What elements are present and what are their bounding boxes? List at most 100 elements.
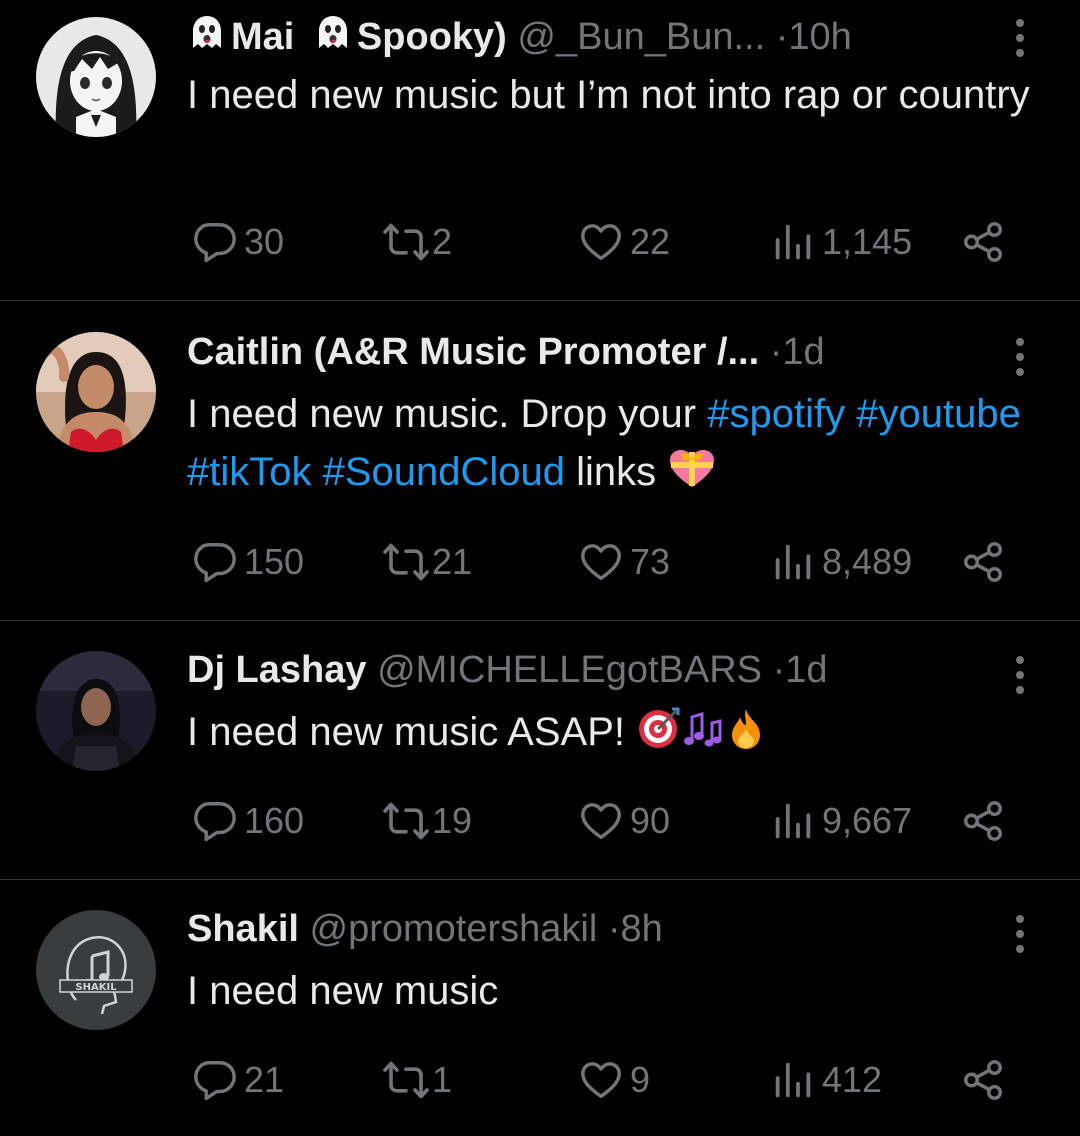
avatar[interactable] — [36, 17, 156, 137]
tweet-2[interactable]: Caitlin (A&R Music Promoter /... ·1d I n… — [0, 301, 1080, 620]
retweet-count: 2 — [432, 221, 453, 262]
retweet-icon — [382, 1056, 430, 1104]
display-name[interactable]: Mai — [231, 16, 294, 58]
retweet-count: 21 — [432, 541, 473, 582]
tweet-actions: 150 21 73 8,489 — [0, 537, 1080, 587]
tweet-text-part: I need new music. Drop your — [187, 392, 708, 436]
reply-icon — [192, 219, 238, 265]
display-name[interactable]: Dj Lashay — [187, 649, 367, 691]
tweet-text: I need new music. Drop your #spotify #yo… — [187, 385, 1047, 501]
avatar[interactable] — [36, 332, 156, 452]
photo-avatar-image — [36, 651, 156, 771]
heart-icon — [578, 1057, 624, 1103]
tweet-header: Shakil @promotershakil ·8h — [187, 904, 980, 954]
tweet-text: I need new music but I’m not into rap or… — [187, 73, 1030, 117]
user-handle[interactable]: @_Bun_Bun... — [517, 16, 765, 58]
heart-icon — [578, 539, 624, 585]
retweet-button[interactable]: 2 — [382, 217, 452, 267]
tweet-header: Caitlin (A&R Music Promoter /... ·1d — [187, 327, 980, 377]
heart-icon — [578, 219, 624, 265]
gift-heart-emoji-icon — [670, 450, 715, 487]
hashtag-link[interactable]: #spotify — [707, 392, 845, 436]
reply-button[interactable]: 30 — [192, 217, 284, 267]
retweet-count: 1 — [432, 1059, 453, 1100]
share-button[interactable] — [960, 1055, 1006, 1105]
views-count: 8,489 — [822, 541, 913, 582]
retweet-button[interactable]: 1 — [382, 1055, 452, 1105]
timestamp[interactable]: 8h — [621, 908, 663, 950]
like-button[interactable]: 22 — [578, 217, 670, 267]
reply-button[interactable]: 21 — [192, 1055, 284, 1105]
views-count: 9,667 — [822, 800, 913, 841]
more-icon[interactable] — [1010, 16, 1030, 60]
more-icon[interactable] — [1010, 653, 1030, 697]
views-icon — [770, 539, 816, 585]
views-button[interactable]: 412 — [770, 1055, 882, 1105]
anime-avatar-image — [36, 17, 156, 137]
fire-emoji-icon — [732, 709, 761, 749]
reply-count: 160 — [244, 800, 305, 841]
views-count: 1,145 — [822, 221, 913, 262]
heart-icon — [578, 798, 624, 844]
share-button[interactable] — [960, 796, 1006, 846]
tweet-3[interactable]: Dj Lashay @MICHELLEgotBARS ·1d I need ne… — [0, 621, 1080, 879]
share-icon — [960, 1057, 1006, 1103]
reply-button[interactable]: 150 — [192, 537, 304, 587]
reply-icon — [192, 539, 238, 585]
more-icon[interactable] — [1010, 335, 1030, 379]
timestamp[interactable]: 1d — [782, 331, 824, 373]
views-icon — [770, 798, 816, 844]
views-button[interactable]: 9,667 — [770, 796, 912, 846]
like-button[interactable]: 73 — [578, 537, 670, 587]
separator-dot: · — [769, 331, 783, 373]
like-button[interactable]: 9 — [578, 1055, 650, 1105]
avatar[interactable] — [36, 651, 156, 771]
ghost-emoji-icon — [187, 13, 227, 53]
separator-dot: · — [775, 16, 789, 58]
like-button[interactable]: 90 — [578, 796, 670, 846]
user-handle[interactable]: @MICHELLEgotBARS — [377, 649, 762, 691]
user-handle[interactable]: @promotershakil — [310, 908, 598, 950]
tweet-header: Mai Spooky) @_Bun_Bun... ·10h — [187, 12, 980, 62]
views-button[interactable]: 8,489 — [770, 537, 912, 587]
timestamp[interactable]: 1d — [785, 649, 827, 691]
reply-icon — [192, 1057, 238, 1103]
tweet-text-part: I need new music ASAP! — [187, 710, 626, 754]
retweet-button[interactable]: 19 — [382, 796, 472, 846]
retweet-button[interactable]: 21 — [382, 537, 472, 587]
hashtag-link[interactable]: #tikTok — [187, 450, 312, 494]
like-count: 22 — [630, 221, 671, 262]
separator-dot: · — [607, 908, 621, 950]
hashtag-link[interactable]: #youtube — [856, 392, 1021, 436]
separator-dot: · — [772, 649, 786, 691]
shakil-logo-avatar-image: SHAKIL — [36, 910, 156, 1030]
tweet-text: I need new music ASAP! — [187, 703, 1047, 761]
tweet-text: I need new music — [187, 969, 499, 1013]
views-button[interactable]: 1,145 — [770, 217, 912, 267]
ghost-emoji-icon — [313, 13, 353, 53]
avatar[interactable]: SHAKIL — [36, 910, 156, 1030]
direct-hit-emoji-icon — [639, 707, 680, 748]
hashtag-link[interactable]: #SoundCloud — [323, 450, 565, 494]
retweet-icon — [382, 218, 430, 266]
share-icon — [960, 219, 1006, 265]
tweet-4[interactable]: SHAKIL Shakil @promotershakil ·8h I need… — [0, 880, 1080, 1136]
tweet-actions: 160 19 90 9,667 — [0, 796, 1080, 846]
reply-count: 21 — [244, 1059, 285, 1100]
display-name-suffix[interactable]: Spooky) — [357, 16, 507, 58]
reply-icon — [192, 798, 238, 844]
tweet-1[interactable]: Mai Spooky) @_Bun_Bun... ·10h I need new… — [0, 0, 1080, 300]
views-icon — [770, 219, 816, 265]
like-count: 9 — [630, 1059, 651, 1100]
tweet-header: Dj Lashay @MICHELLEgotBARS ·1d — [187, 645, 980, 695]
display-name[interactable]: Caitlin (A&R Music Promoter /... — [187, 331, 759, 373]
more-icon[interactable] — [1010, 912, 1030, 956]
tweet-actions: 21 1 9 412 — [0, 1055, 1080, 1105]
timestamp[interactable]: 10h — [788, 16, 851, 58]
share-button[interactable] — [960, 217, 1006, 267]
views-icon — [770, 1057, 816, 1103]
reply-button[interactable]: 160 — [192, 796, 304, 846]
share-icon — [960, 798, 1006, 844]
display-name[interactable]: Shakil — [187, 908, 299, 950]
share-button[interactable] — [960, 537, 1006, 587]
